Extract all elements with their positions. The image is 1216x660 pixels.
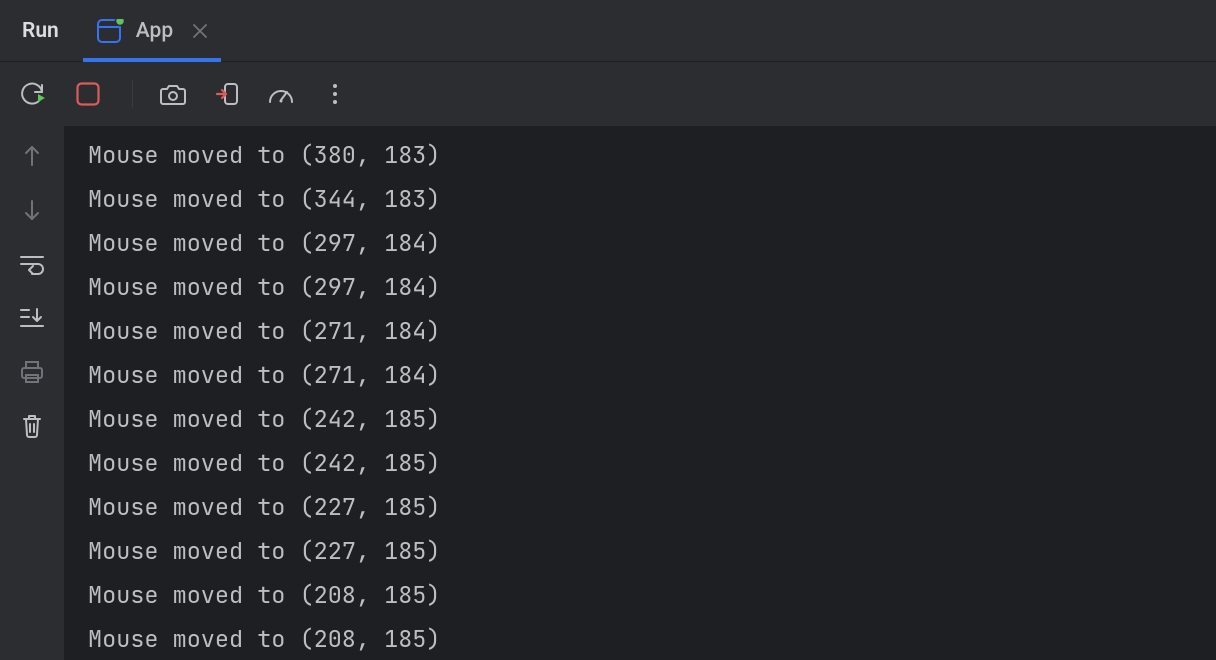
scroll-down-button[interactable] bbox=[16, 194, 48, 226]
run-tab-bar: Run App bbox=[0, 0, 1216, 62]
screenshot-button[interactable] bbox=[157, 78, 189, 110]
profiler-button[interactable] bbox=[265, 78, 297, 110]
console-gutter bbox=[0, 126, 64, 660]
scroll-up-button[interactable] bbox=[16, 140, 48, 172]
active-tab-indicator bbox=[83, 58, 221, 62]
console-line: Mouse moved to (227, 185) bbox=[88, 530, 1216, 574]
run-main-area: Mouse moved to (380, 183)Mouse moved to … bbox=[0, 126, 1216, 660]
clear-all-button[interactable] bbox=[16, 410, 48, 442]
toolbar-separator bbox=[132, 80, 133, 108]
scroll-to-end-button[interactable] bbox=[16, 302, 48, 334]
print-button[interactable] bbox=[16, 356, 48, 388]
run-panel-title: Run bbox=[0, 19, 83, 43]
tab-label: App bbox=[136, 19, 173, 43]
console-line: Mouse moved to (227, 185) bbox=[88, 486, 1216, 530]
soft-wrap-button[interactable] bbox=[16, 248, 48, 280]
rerun-button[interactable] bbox=[18, 78, 50, 110]
console-output[interactable]: Mouse moved to (380, 183)Mouse moved to … bbox=[64, 126, 1216, 660]
tab-app[interactable]: App bbox=[83, 0, 221, 61]
console-line: Mouse moved to (271, 184) bbox=[88, 310, 1216, 354]
run-toolbar bbox=[0, 62, 1216, 126]
console-line: Mouse moved to (271, 184) bbox=[88, 354, 1216, 398]
console-line: Mouse moved to (242, 185) bbox=[88, 442, 1216, 486]
stop-button[interactable] bbox=[72, 78, 104, 110]
close-tab-button[interactable] bbox=[193, 24, 207, 38]
attach-debugger-button[interactable] bbox=[211, 78, 243, 110]
console-line: Mouse moved to (297, 184) bbox=[88, 222, 1216, 266]
console-line: Mouse moved to (380, 183) bbox=[88, 134, 1216, 178]
app-window-icon bbox=[97, 19, 124, 43]
console-line: Mouse moved to (208, 185) bbox=[88, 618, 1216, 660]
console-line: Mouse moved to (242, 185) bbox=[88, 398, 1216, 442]
more-options-button[interactable] bbox=[319, 78, 351, 110]
console-line: Mouse moved to (208, 185) bbox=[88, 574, 1216, 618]
console-line: Mouse moved to (344, 183) bbox=[88, 178, 1216, 222]
console-line: Mouse moved to (297, 184) bbox=[88, 266, 1216, 310]
